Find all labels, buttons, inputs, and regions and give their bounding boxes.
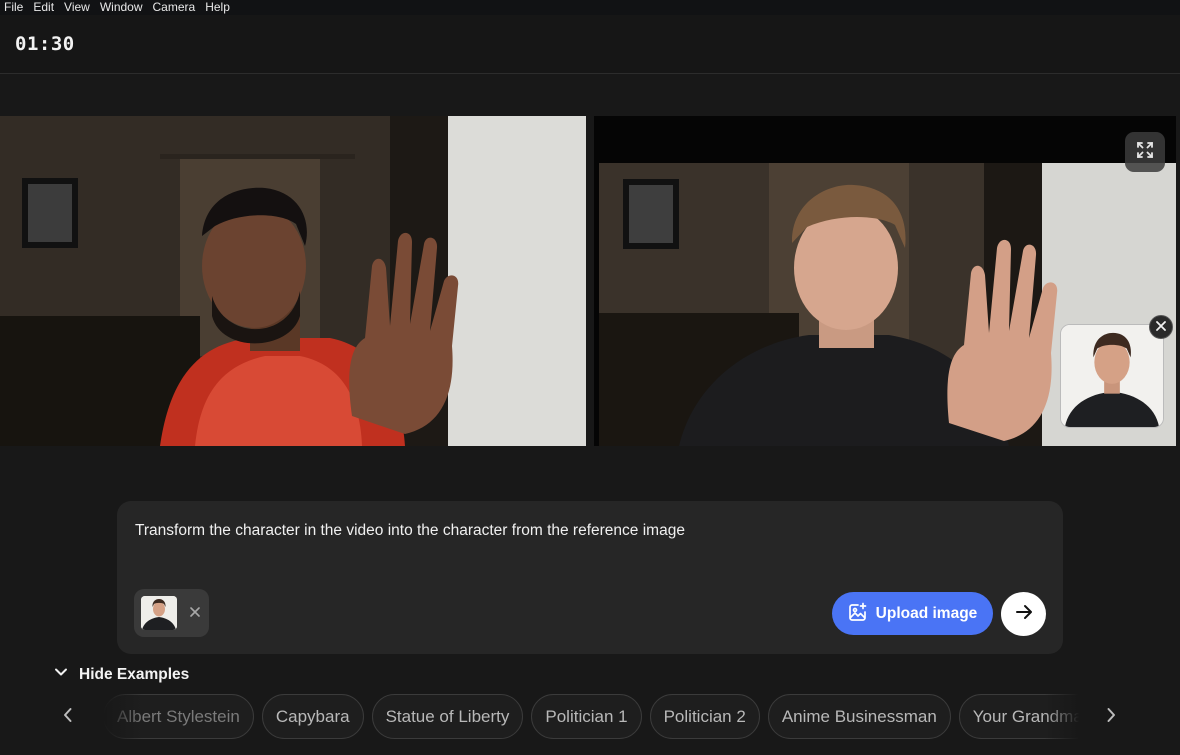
fullscreen-button[interactable] [1125,132,1165,172]
example-chip[interactable]: Politician 2 [649,694,760,739]
reference-thumbnail [141,596,177,630]
prompt-input[interactable]: Transform the character in the video int… [135,522,685,540]
source-video [0,116,586,446]
menu-view[interactable]: View [59,0,95,15]
examples-next-button[interactable] [1098,703,1124,731]
image-plus-icon [848,602,868,625]
upload-image-button[interactable]: Upload image [832,592,993,635]
menu-window[interactable]: Window [95,0,148,15]
expand-icon [1136,141,1154,164]
chevron-left-icon [61,707,75,728]
example-chip[interactable]: Anime Businessman [767,694,951,739]
chevron-down-icon [53,664,69,685]
menu-bar: File Edit View Window Camera Help [0,0,1180,15]
example-chip[interactable]: Capybara [261,694,364,739]
menu-camera[interactable]: Camera [148,0,201,15]
examples-carousel: Albert Stylestein Capybara Statue of Lib… [103,694,1084,740]
close-icon [1156,318,1166,336]
example-chip[interactable]: Your Grandma [958,694,1084,739]
hide-examples-label: Hide Examples [79,665,190,683]
arrow-right-icon [1014,602,1034,627]
prompt-card: Transform the character in the video int… [117,501,1063,654]
menu-file[interactable]: File [0,0,28,15]
remove-reference-button[interactable] [185,603,205,623]
example-chip[interactable]: Albert Stylestein [103,694,254,739]
reference-image-chip [134,589,209,637]
send-button[interactable] [1001,592,1046,636]
upload-image-label: Upload image [875,604,978,622]
close-icon [190,604,200,622]
top-bar: 01:30 [0,15,1180,74]
reference-image-preview [1060,324,1164,428]
session-timer: 01:30 [15,33,75,55]
examples-prev-button[interactable] [55,703,81,731]
example-chip[interactable]: Statue of Liberty [371,694,524,739]
close-reference-preview-button[interactable] [1149,315,1173,339]
menu-help[interactable]: Help [200,0,235,15]
menu-edit[interactable]: Edit [28,0,59,15]
example-chip[interactable]: Politician 1 [531,694,642,739]
hide-examples-toggle[interactable]: Hide Examples [53,664,189,685]
chevron-right-icon [1104,707,1118,728]
